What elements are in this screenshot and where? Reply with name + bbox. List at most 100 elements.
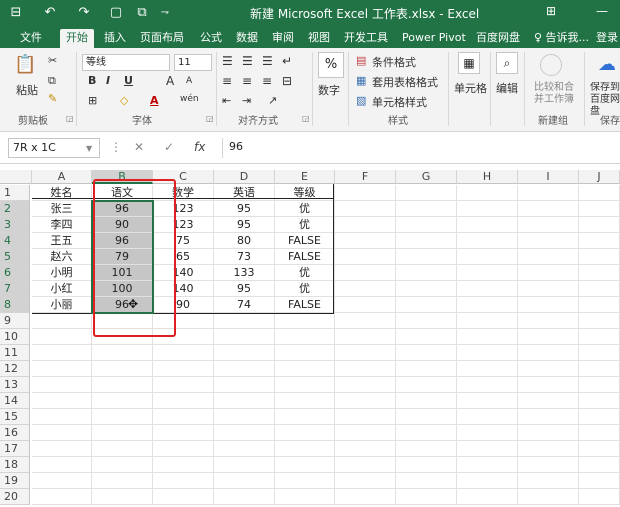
column-header-j[interactable]: J xyxy=(579,170,620,184)
conditional-format-button[interactable]: 条件格式 xyxy=(372,54,416,70)
cell-e19[interactable] xyxy=(275,473,335,489)
cell-j3[interactable] xyxy=(579,217,620,233)
row-header-9[interactable]: 9 xyxy=(0,313,30,329)
conditional-format-icon[interactable]: ▤ xyxy=(356,54,366,67)
cell-g12[interactable] xyxy=(396,361,457,377)
cell-a18[interactable] xyxy=(32,457,92,473)
cell-c14[interactable] xyxy=(153,393,214,409)
cell-h1[interactable] xyxy=(457,185,518,201)
row-header-14[interactable]: 14 xyxy=(0,393,30,409)
cell-h14[interactable] xyxy=(457,393,518,409)
cell-f13[interactable] xyxy=(335,377,396,393)
cell-d11[interactable] xyxy=(214,345,275,361)
cell-f2[interactable] xyxy=(335,201,396,217)
cell-i3[interactable] xyxy=(518,217,579,233)
cell-j18[interactable] xyxy=(579,457,620,473)
cell-a8[interactable]: 小丽 xyxy=(32,297,92,313)
cell-styles-icon[interactable]: ▧ xyxy=(356,94,366,107)
cell-j12[interactable] xyxy=(579,361,620,377)
paste-button[interactable]: 粘贴 xyxy=(16,82,38,98)
cell-g6[interactable] xyxy=(396,265,457,281)
cell-h8[interactable] xyxy=(457,297,518,313)
find-icon[interactable]: ⌕ xyxy=(496,52,518,74)
cell-e14[interactable] xyxy=(275,393,335,409)
row-header-13[interactable]: 13 xyxy=(0,377,30,393)
cell-h17[interactable] xyxy=(457,441,518,457)
cell-i14[interactable] xyxy=(518,393,579,409)
cell-f6[interactable] xyxy=(335,265,396,281)
tab-formulas[interactable]: 公式 xyxy=(200,29,222,48)
tab-page-layout[interactable]: 页面布局 xyxy=(140,29,184,48)
cancel-icon[interactable]: ✕ xyxy=(134,140,144,154)
cell-b20[interactable] xyxy=(92,489,153,505)
cell-d18[interactable] xyxy=(214,457,275,473)
cell-a9[interactable] xyxy=(32,313,92,329)
cell-h18[interactable] xyxy=(457,457,518,473)
row-header-5[interactable]: 5 xyxy=(0,249,30,265)
cell-f4[interactable] xyxy=(335,233,396,249)
cell-g15[interactable] xyxy=(396,409,457,425)
cell-j7[interactable] xyxy=(579,281,620,297)
cell-f15[interactable] xyxy=(335,409,396,425)
column-header-f[interactable]: F xyxy=(335,170,396,184)
cell-d6[interactable]: 133 xyxy=(214,265,275,281)
cell-e16[interactable] xyxy=(275,425,335,441)
cell-a2[interactable]: 张三 xyxy=(32,201,92,217)
cell-e18[interactable] xyxy=(275,457,335,473)
cell-a20[interactable] xyxy=(32,489,92,505)
cell-i9[interactable] xyxy=(518,313,579,329)
editing-button[interactable]: 编辑 xyxy=(496,80,518,96)
cell-f12[interactable] xyxy=(335,361,396,377)
compare-merge-button[interactable]: 比较和合并工作簿 xyxy=(530,82,578,106)
cell-j11[interactable] xyxy=(579,345,620,361)
cell-g18[interactable] xyxy=(396,457,457,473)
cell-g8[interactable] xyxy=(396,297,457,313)
row-header-17[interactable]: 17 xyxy=(0,441,30,457)
cell-a16[interactable] xyxy=(32,425,92,441)
row-header-1[interactable]: 1 xyxy=(0,185,30,201)
cell-i4[interactable] xyxy=(518,233,579,249)
tell-me-search[interactable]: ♀ 告诉我... xyxy=(534,29,589,48)
cell-h4[interactable] xyxy=(457,233,518,249)
cell-a11[interactable] xyxy=(32,345,92,361)
cell-i18[interactable] xyxy=(518,457,579,473)
cell-d19[interactable] xyxy=(214,473,275,489)
align-right-icon[interactable]: ≡ xyxy=(262,74,272,88)
cell-d16[interactable] xyxy=(214,425,275,441)
cell-b17[interactable] xyxy=(92,441,153,457)
cell-d3[interactable]: 95 xyxy=(214,217,275,233)
wrap-text-icon[interactable]: ↵ xyxy=(282,54,292,68)
cell-g9[interactable] xyxy=(396,313,457,329)
name-box-dropdown-icon[interactable]: ▼ xyxy=(86,144,92,153)
cell-j13[interactable] xyxy=(579,377,620,393)
column-header-i[interactable]: I xyxy=(518,170,579,184)
row-header-18[interactable]: 18 xyxy=(0,457,30,473)
cell-j1[interactable] xyxy=(579,185,620,201)
increase-indent-icon[interactable]: ⇥ xyxy=(242,94,251,107)
cell-d12[interactable] xyxy=(214,361,275,377)
bottom-align-icon[interactable]: ☰ xyxy=(262,54,273,68)
cell-j9[interactable] xyxy=(579,313,620,329)
cell-a12[interactable] xyxy=(32,361,92,377)
font-name-combo[interactable]: 等线 xyxy=(82,54,170,71)
cell-b11[interactable] xyxy=(92,345,153,361)
cell-h5[interactable] xyxy=(457,249,518,265)
cell-a19[interactable] xyxy=(32,473,92,489)
fill-color-icon[interactable]: ◇ xyxy=(120,94,128,107)
tab-baidu-netdisk[interactable]: 百度网盘 xyxy=(476,29,520,48)
ribbon-display-icon[interactable]: ⊞ xyxy=(546,4,556,18)
cell-e2[interactable]: 优 xyxy=(275,201,335,217)
cell-j10[interactable] xyxy=(579,329,620,345)
row-header-7[interactable]: 7 xyxy=(0,281,30,297)
enter-icon[interactable]: ✓ xyxy=(164,140,174,154)
cell-g10[interactable] xyxy=(396,329,457,345)
cell-d2[interactable]: 95 xyxy=(214,201,275,217)
cell-g1[interactable] xyxy=(396,185,457,201)
cell-i15[interactable] xyxy=(518,409,579,425)
cell-h19[interactable] xyxy=(457,473,518,489)
cell-a5[interactable]: 赵六 xyxy=(32,249,92,265)
cell-j19[interactable] xyxy=(579,473,620,489)
insert-function-icon[interactable]: fx xyxy=(194,140,205,154)
row-header-6[interactable]: 6 xyxy=(0,265,30,281)
cell-e5[interactable]: FALSE xyxy=(275,249,335,265)
